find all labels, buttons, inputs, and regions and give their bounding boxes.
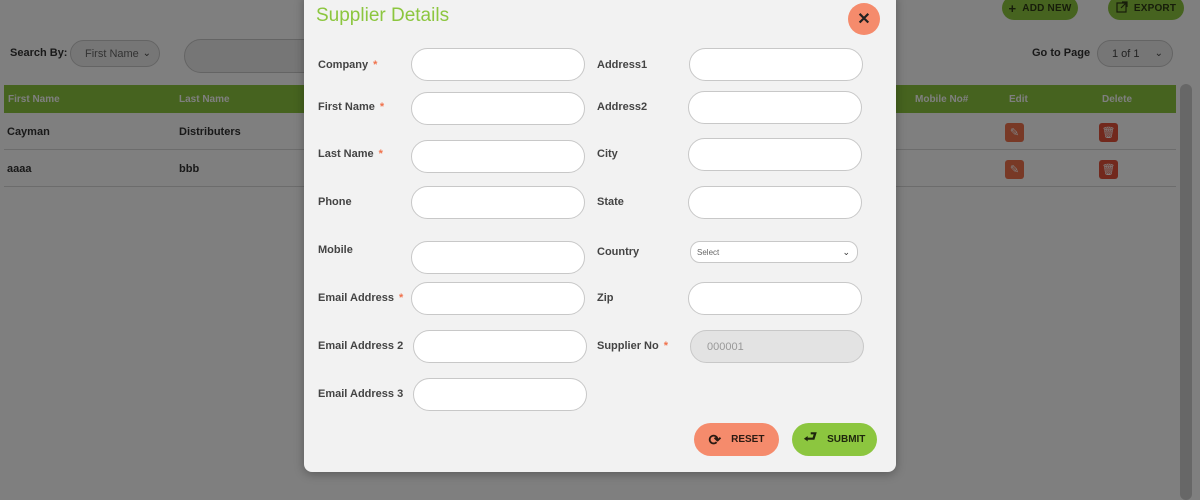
country-select-value: Select — [697, 247, 720, 257]
submit-label: SUBMIT — [827, 434, 866, 445]
phone-label: Phone — [318, 196, 352, 208]
modal-title: Supplier Details — [316, 5, 450, 26]
email3-label: Email Address 3 — [318, 388, 404, 400]
required-marker: * — [663, 340, 669, 352]
supplier-no-label: Supplier No * — [597, 340, 668, 352]
city-field[interactable] — [688, 138, 862, 171]
email2-field[interactable] — [413, 330, 587, 363]
required-marker: * — [378, 148, 383, 160]
company-label: Company * — [318, 59, 377, 71]
required-marker: * — [379, 101, 385, 113]
email2-label: Email Address 2 — [318, 340, 404, 352]
required-marker: * — [373, 59, 378, 71]
address2-field[interactable] — [688, 91, 862, 124]
last-name-label: Last Name * — [318, 148, 383, 160]
email3-field[interactable] — [413, 378, 587, 411]
address1-label: Address1 — [597, 59, 648, 71]
email-label-text: Email Address — [318, 292, 395, 304]
last-name-field[interactable] — [411, 140, 585, 173]
company-label-text: Company — [318, 59, 369, 71]
city-label: City — [597, 148, 618, 160]
enter-arrow-icon: ⮐ — [803, 429, 818, 446]
state-label: State — [597, 196, 624, 208]
zip-field[interactable] — [688, 282, 862, 315]
submit-button[interactable]: ⮐ SUBMIT — [792, 423, 877, 456]
first-name-field[interactable] — [411, 92, 585, 125]
refresh-icon: ⟳ — [708, 431, 722, 449]
address2-label: Address2 — [597, 101, 648, 113]
close-icon: ✕ — [857, 11, 871, 28]
address1-field[interactable] — [689, 48, 863, 81]
supplier-no-label-text: Supplier No — [597, 340, 659, 352]
state-field[interactable] — [688, 186, 862, 219]
supplier-details-modal: Supplier Details ✕ Company * First Name * … — [304, 0, 896, 472]
mobile-label: Mobile — [318, 244, 353, 256]
close-button[interactable]: ✕ — [848, 3, 880, 35]
first-name-label: First Name * — [318, 101, 384, 113]
required-marker: * — [399, 292, 404, 304]
last-name-label-text: Last Name — [318, 148, 374, 160]
email-field[interactable] — [411, 282, 585, 315]
mobile-field[interactable] — [411, 241, 585, 274]
company-field[interactable] — [411, 48, 585, 81]
country-label: Country — [597, 246, 640, 258]
country-select[interactable]: Select ⌄ — [690, 241, 858, 263]
email-label: Email Address * — [318, 292, 403, 304]
supplier-no-field: 000001 — [690, 330, 864, 363]
phone-field[interactable] — [411, 186, 585, 219]
reset-button[interactable]: ⟳ RESET — [694, 423, 779, 456]
first-name-label-text: First Name — [318, 101, 375, 113]
zip-label: Zip — [597, 292, 614, 304]
chevron-down-icon: ⌄ — [842, 246, 850, 257]
reset-label: RESET — [731, 434, 765, 445]
